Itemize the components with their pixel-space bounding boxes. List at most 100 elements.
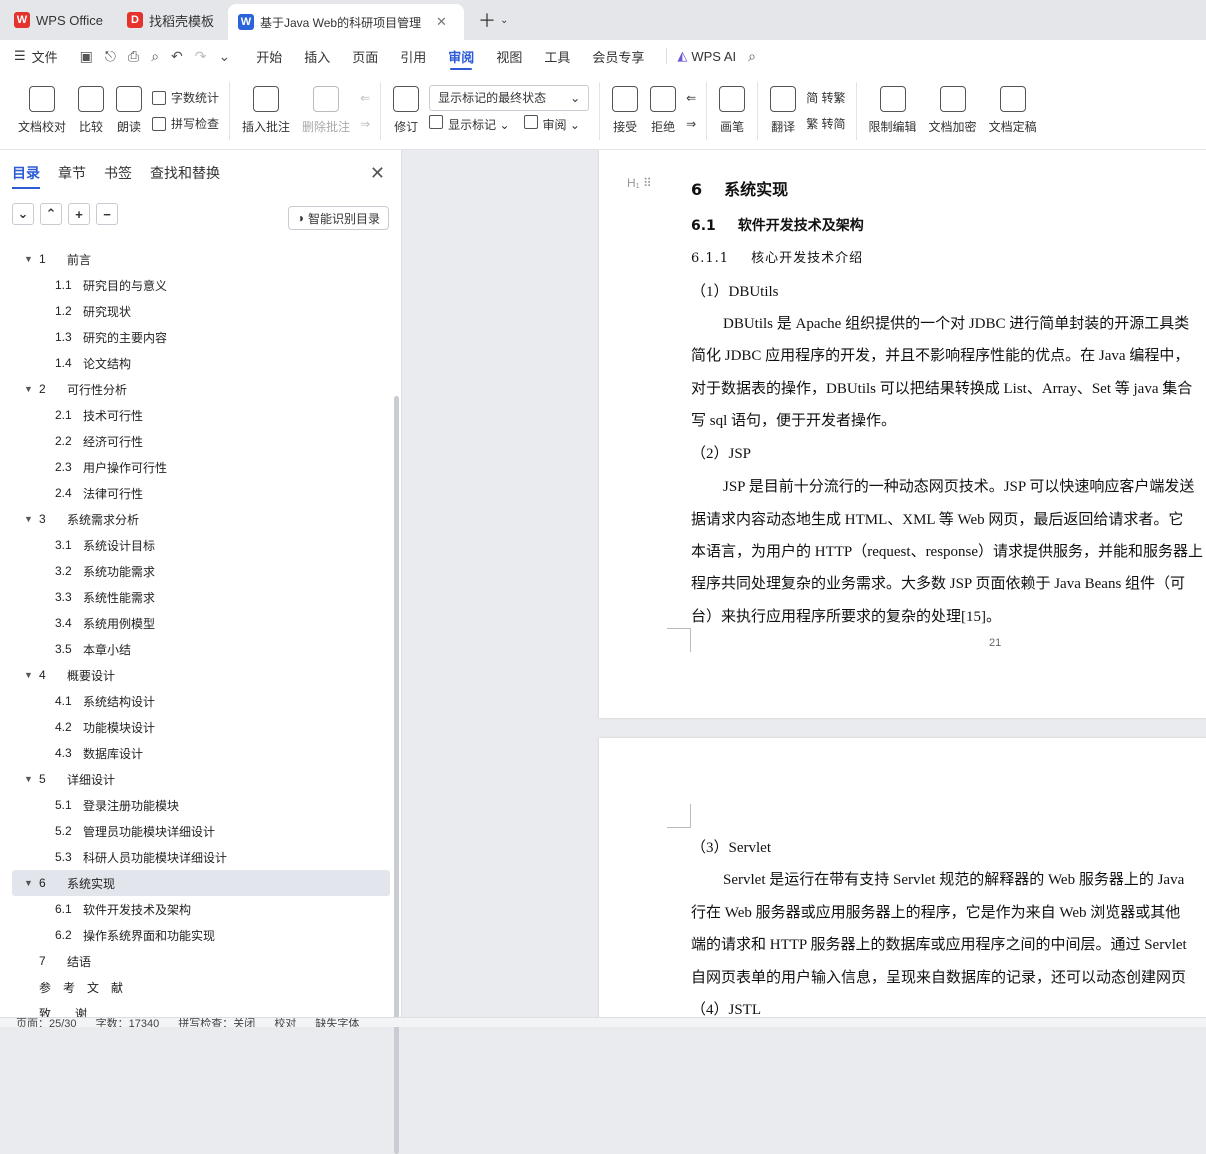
menu-review[interactable]: 审阅 <box>448 40 474 72</box>
expand-arrow-icon[interactable]: ▼ <box>24 774 33 784</box>
tab-wps-office[interactable]: W WPS Office <box>4 4 113 36</box>
next-comment-icon[interactable]: ⇒ <box>360 111 370 137</box>
compare-button[interactable]: 比较 <box>72 76 110 146</box>
print-icon[interactable]: ⎙ <box>128 48 139 65</box>
chevron-down-icon[interactable]: ⌄ <box>500 15 508 26</box>
remove-icon[interactable]: − <box>96 203 118 225</box>
revise-button[interactable]: 修订 <box>387 76 425 146</box>
share-icon[interactable]: ⎋ <box>105 48 116 65</box>
read-aloud-button[interactable]: 朗读 <box>110 76 148 146</box>
toc-item-chapter[interactable]: 7 结语 <box>12 948 390 974</box>
expand-arrow-icon[interactable]: ▼ <box>24 670 33 680</box>
toc-item-section[interactable]: 6.2 操作系统界面和功能实现 <box>12 922 390 948</box>
menu-member[interactable]: 会员专享 <box>592 40 644 72</box>
toc-item-section[interactable]: 4.3 数据库设计 <box>12 740 390 766</box>
menu-reference[interactable]: 引用 <box>400 40 426 72</box>
pen-button[interactable]: 画笔 <box>713 76 751 146</box>
smart-toc-button[interactable]: ◑ 智能识别目录 <box>287 206 389 230</box>
toc-item-chapter[interactable]: ▼ 4 概要设计 <box>12 662 390 688</box>
toc-item-section[interactable]: 3.5 本章小结 <box>12 636 390 662</box>
new-tab-button[interactable]: ＋ ⌄ <box>468 4 518 36</box>
toc-item-chapter[interactable]: ▼ 5 详细设计 <box>12 766 390 792</box>
print-preview-icon[interactable]: ⌕ <box>151 48 159 65</box>
spell-check-button[interactable]: 拼写检查 <box>152 111 219 137</box>
show-markup-button[interactable]: 显示标记 ⌄ <box>429 114 510 133</box>
delete-comment-button[interactable]: 删除批注 <box>296 76 356 146</box>
sidebar-scrollbar[interactable] <box>394 396 399 1154</box>
toc-item-chapter[interactable]: ▼ 3 系统需求分析 <box>12 506 390 532</box>
expand-arrow-icon[interactable]: ▼ <box>24 384 33 394</box>
redo-icon[interactable]: ↷ <box>195 48 207 65</box>
toc-item-chapter[interactable]: ▼ 2 可行性分析 <box>12 376 390 402</box>
document-canvas[interactable]: H₁ ⠿ 6 系统实现 6.1 软件开发技术及架构 6.1.1 核心开发技术介绍 （1… <box>403 150 1206 1017</box>
toc-item-section[interactable]: 5.3 科研人员功能模块详细设计 <box>12 844 390 870</box>
toc-item-section[interactable]: 2.3 用户操作可行性 <box>12 454 390 480</box>
to-traditional-button[interactable]: 简 转繁 <box>806 85 845 111</box>
toc-item-chapter[interactable]: 参 考 文 献 <box>12 974 390 1000</box>
toc-item-section[interactable]: 5.1 登录注册功能模块 <box>12 792 390 818</box>
page-indicator[interactable]: 页面：25/30 <box>16 1018 77 1027</box>
toc-item-section[interactable]: 3.1 系统设计目标 <box>12 532 390 558</box>
menu-start[interactable]: 开始 <box>256 40 282 72</box>
wps-ai-button[interactable]: ◭ WPS AI <box>677 40 736 72</box>
to-simplified-button[interactable]: 繁 转简 <box>806 111 845 137</box>
close-icon[interactable]: ✕ <box>436 14 447 30</box>
save-icon[interactable]: ▣ <box>80 48 93 65</box>
collapse-icon[interactable]: ⌄ <box>12 203 34 225</box>
toc-item-section[interactable]: 1.2 研究现状 <box>12 298 390 324</box>
undo-icon[interactable]: ↶ <box>171 48 183 65</box>
toc-item-section[interactable]: 3.2 系统功能需求 <box>12 558 390 584</box>
expand-arrow-icon[interactable]: ▼ <box>24 254 33 264</box>
menu-tools[interactable]: 工具 <box>544 40 570 72</box>
review-pane-button[interactable]: 审阅 ⌄ <box>523 114 580 133</box>
insert-comment-button[interactable]: 插入批注 <box>236 76 296 146</box>
expand-arrow-icon[interactable]: ▼ <box>24 514 33 524</box>
toc-item-section[interactable]: 1.4 论文结构 <box>12 350 390 376</box>
toc-item-section[interactable]: 1.1 研究目的与意义 <box>12 272 390 298</box>
word-count-status[interactable]: 字数：17340 <box>96 1018 160 1027</box>
toc-item-chapter[interactable]: ▼ 6 系统实现 <box>12 870 390 896</box>
tab-toc[interactable]: 目录 <box>12 163 40 189</box>
search-icon[interactable]: ⌕ <box>748 48 756 65</box>
tab-chapters[interactable]: 章节 <box>58 163 86 183</box>
missing-font-status[interactable]: 缺失字体 <box>315 1018 359 1027</box>
toc-item-section[interactable]: 3.3 系统性能需求 <box>12 584 390 610</box>
prev-comment-icon[interactable]: ⇐ <box>360 85 370 111</box>
finalize-button[interactable]: 文档定稿 <box>983 76 1043 146</box>
toc-item-chapter[interactable]: ▼ 1 前言 <box>12 246 390 272</box>
tab-template[interactable]: D 找稻壳模板 <box>117 4 224 36</box>
encrypt-button[interactable]: 文档加密 <box>923 76 983 146</box>
translate-button[interactable]: 翻译 <box>764 76 802 146</box>
menu-insert[interactable]: 插入 <box>304 40 330 72</box>
toc-item-section[interactable]: 2.2 经济可行性 <box>12 428 390 454</box>
reject-button[interactable]: 拒绝 <box>644 76 682 146</box>
add-icon[interactable]: + <box>68 203 90 225</box>
file-menu[interactable]: ☰ 文件 <box>14 40 58 72</box>
close-icon[interactable]: ✕ <box>370 163 385 184</box>
heading-marker-icon[interactable]: H₁ ⠿ <box>627 176 652 190</box>
toc-item-section[interactable]: 3.4 系统用例模型 <box>12 610 390 636</box>
menu-view[interactable]: 视图 <box>496 40 522 72</box>
menu-page[interactable]: 页面 <box>352 40 378 72</box>
markup-select[interactable]: 显示标记的最终状态 ⌄ <box>429 84 590 111</box>
word-count-button[interactable]: 字数统计 <box>152 85 219 111</box>
tab-bookmarks[interactable]: 书签 <box>104 163 132 183</box>
toc-item-section[interactable]: 4.1 系统结构设计 <box>12 688 390 714</box>
toc-item-section[interactable]: 2.4 法律可行性 <box>12 480 390 506</box>
chevron-down-icon[interactable]: ⌄ <box>219 48 231 65</box>
tab-document[interactable]: W 基于Java Web的科研项目管理 ✕ <box>227 4 464 40</box>
toc-item-section[interactable]: 2.1 技术可行性 <box>12 402 390 428</box>
doc-check-button[interactable]: 文档校对 <box>12 76 72 146</box>
page[interactable]: （3）Servlet Servlet 是运行在带有支持 Servlet 规范的解… <box>599 738 1206 1017</box>
toc-item-section[interactable]: 4.2 功能模块设计 <box>12 714 390 740</box>
proof-status[interactable]: 校对 <box>274 1018 296 1027</box>
accept-button[interactable]: 接受 <box>606 76 644 146</box>
restrict-edit-button[interactable]: 限制编辑 <box>863 76 923 146</box>
page[interactable]: H₁ ⠿ 6 系统实现 6.1 软件开发技术及架构 6.1.1 核心开发技术介绍 （1… <box>599 150 1206 718</box>
spell-check-status[interactable]: 拼写检查：关闭 <box>178 1018 255 1027</box>
toc-item-section[interactable]: 6.1 软件开发技术及架构 <box>12 896 390 922</box>
prev-change-icon[interactable]: ⇐ <box>686 85 696 111</box>
toc-item-section[interactable]: 1.3 研究的主要内容 <box>12 324 390 350</box>
next-change-icon[interactable]: ⇒ <box>686 111 696 137</box>
toc-item-section[interactable]: 5.2 管理员功能模块详细设计 <box>12 818 390 844</box>
